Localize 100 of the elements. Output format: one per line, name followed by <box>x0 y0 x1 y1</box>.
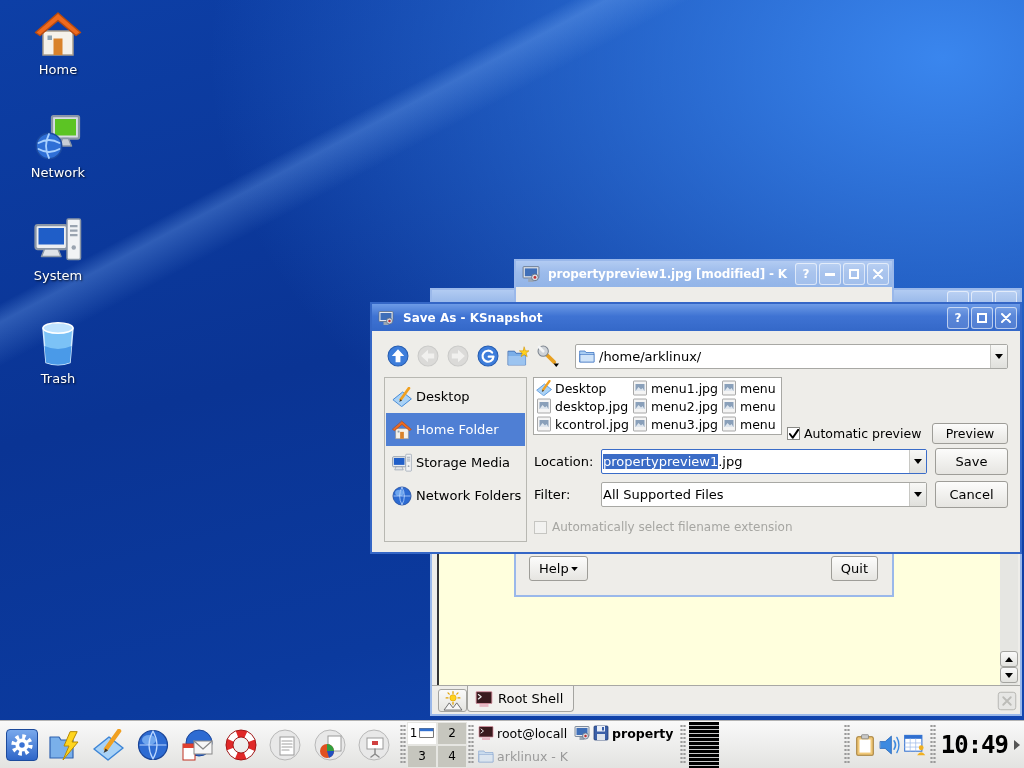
computer-icon <box>392 452 412 473</box>
desktop-icon-label[interactable]: Home <box>38 62 78 77</box>
presentation-icon[interactable] <box>358 728 391 761</box>
scroll-up-button[interactable] <box>1000 651 1018 667</box>
close-button[interactable] <box>995 306 1017 329</box>
folder-star-icon <box>507 345 529 367</box>
help-button[interactable]: ? <box>947 306 969 329</box>
maximize-button[interactable] <box>971 306 993 329</box>
image-file-icon <box>536 416 552 432</box>
desktop-icon-label[interactable]: Network <box>30 165 86 180</box>
globe-icon <box>392 485 412 506</box>
virtual-desktop[interactable]: 4 <box>437 744 468 768</box>
desktop-icon-label[interactable]: Trash <box>40 371 76 386</box>
pencil-paper-icon[interactable] <box>92 728 125 761</box>
pencil-paper-icon <box>536 380 552 396</box>
close-tab-icon <box>996 691 1017 711</box>
folder-lightning-icon[interactable] <box>48 728 80 761</box>
house-icon[interactable] <box>34 10 82 58</box>
image-file-icon <box>632 380 648 396</box>
monitor-camera-icon <box>574 725 591 741</box>
image-file-icon <box>721 380 737 396</box>
terminal-tab[interactable]: Root Shell <box>467 686 575 712</box>
caret-icon <box>995 353 1003 359</box>
file-item[interactable]: menu <box>720 379 781 397</box>
help-menu-button[interactable]: Help <box>529 556 588 581</box>
terminal-icon <box>475 689 493 708</box>
image-file-icon <box>721 416 737 432</box>
virtual-desktop[interactable]: 3 <box>407 744 438 768</box>
tick-icon <box>788 428 799 439</box>
caret-icon <box>914 459 922 464</box>
filter-combo[interactable]: All Supported Files <box>601 482 927 507</box>
gear-icon <box>11 733 33 756</box>
file-item[interactable]: menu <box>720 397 781 415</box>
location-field[interactable]: propertypreview1.jpg <box>601 449 927 474</box>
calendar-person-icon[interactable] <box>903 733 926 756</box>
preview-checkbox[interactable] <box>787 427 800 440</box>
image-file-icon <box>536 398 552 414</box>
reload-icon <box>477 345 499 367</box>
caret-icon <box>914 492 922 497</box>
terminal-icon <box>478 725 495 741</box>
globe-icon[interactable] <box>136 728 169 761</box>
image-file-icon <box>632 398 648 414</box>
load-monitor-graph <box>689 722 720 768</box>
image-file-icon <box>721 398 737 414</box>
file-item[interactable]: Desktop <box>535 379 631 397</box>
places-item[interactable]: Home Folder <box>386 413 525 446</box>
lifebuoy-icon[interactable] <box>225 728 258 761</box>
computer-globe-icon[interactable] <box>34 113 82 161</box>
up-button[interactable] <box>387 345 409 367</box>
places-item[interactable]: Desktop <box>386 380 525 413</box>
speaker-icon[interactable] <box>878 733 901 756</box>
file-item[interactable]: menu3.jpg <box>631 415 720 433</box>
file-item[interactable]: menu <box>720 415 781 433</box>
settings-button[interactable] <box>537 345 559 367</box>
taskbar-button[interactable]: property <box>571 721 680 745</box>
taskbar-button[interactable]: root@locall <box>475 721 572 745</box>
close-icon <box>873 269 883 279</box>
house-icon <box>392 419 412 440</box>
close-icon <box>1001 312 1011 323</box>
automatic-preview-label: Automatic preview <box>804 426 922 441</box>
image-file-icon <box>632 416 648 432</box>
places-item[interactable]: Network Folders <box>386 479 525 512</box>
filter-label: Filter: <box>533 487 572 502</box>
pie-chart-icon[interactable] <box>313 728 346 761</box>
new-tab-button[interactable] <box>438 689 467 712</box>
minimize-icon <box>825 272 835 276</box>
pencil-paper-icon <box>392 386 412 407</box>
maximize-icon <box>977 312 987 323</box>
path-combo[interactable]: /home/arklinux/ <box>575 343 1008 369</box>
file-item[interactable]: kcontrol.jpg <box>535 415 631 433</box>
location-label: Location: <box>533 454 595 469</box>
virtual-desktop[interactable]: 1 <box>407 721 438 745</box>
monitor-camera-icon <box>378 309 394 326</box>
reload-button[interactable] <box>477 345 499 367</box>
virtual-desktop[interactable]: 2 <box>437 721 468 745</box>
places-item[interactable]: Storage Media <box>386 446 525 479</box>
desktop-icon-label[interactable]: System <box>33 268 83 283</box>
save-button[interactable]: Save <box>935 448 1008 475</box>
clock[interactable]: 10:49 <box>936 730 1012 759</box>
start-menu-button[interactable] <box>6 728 38 761</box>
monitor-camera-icon <box>522 265 540 283</box>
preview-button[interactable]: Preview <box>932 423 1008 444</box>
clipboard-icon[interactable] <box>853 733 876 756</box>
folder-icon <box>579 348 595 364</box>
right-triangle-icon[interactable] <box>1014 739 1020 750</box>
down-triangle-icon <box>1005 672 1013 678</box>
file-item[interactable]: menu1.jpg <box>631 379 720 397</box>
globe-envelope-icon[interactable] <box>180 728 213 761</box>
file-item[interactable]: desktop.jpg <box>535 397 631 415</box>
up-triangle-icon <box>1005 656 1013 662</box>
file-item[interactable]: menu2.jpg <box>631 397 720 415</box>
window-title: propertypreview1.jpg [modified] - K <box>548 267 787 281</box>
sun-icon <box>442 690 463 711</box>
extension-label: Automatically select filename extension <box>552 520 793 534</box>
quit-button[interactable]: Quit <box>830 556 878 581</box>
window-title: Save As - KSnapshot <box>403 310 543 325</box>
new-folder-button[interactable] <box>507 345 529 367</box>
cancel-button[interactable]: Cancel <box>935 481 1008 508</box>
maximize-icon <box>849 269 859 279</box>
scroll-down-button[interactable] <box>1000 667 1018 683</box>
